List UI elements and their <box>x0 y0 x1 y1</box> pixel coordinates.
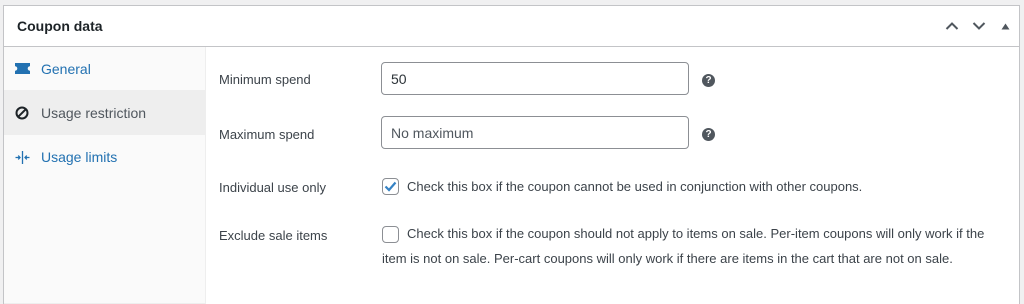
minimum-spend-row: Minimum spend ? <box>206 62 1019 96</box>
individual-use-row: Individual use only Check this box if th… <box>206 172 1019 202</box>
minimum-spend-input[interactable] <box>381 62 689 95</box>
exclude-sale-label: Exclude sale items <box>219 228 328 243</box>
arrows-limit-icon <box>14 149 30 165</box>
panel-body: General Usage restriction Usage limits M… <box>4 47 1019 304</box>
tab-label: Usage limits <box>41 149 118 165</box>
coupon-tabs: General Usage restriction Usage limits <box>4 47 206 304</box>
checkmark-icon <box>384 181 397 192</box>
chevron-up-icon <box>945 22 958 30</box>
usage-restriction-panel: Minimum spend ? Maximum spend ? Individu… <box>206 47 1019 304</box>
help-icon[interactable]: ? <box>702 74 715 87</box>
circle-slash-icon <box>14 105 30 121</box>
maximum-spend-input[interactable] <box>381 116 689 149</box>
exclude-sale-row: Exclude sale items Check this box if the… <box>206 220 1019 300</box>
panel-header: Coupon data <box>4 6 1019 47</box>
individual-use-label: Individual use only <box>219 180 326 195</box>
toggle-panel-button[interactable] <box>992 6 1019 46</box>
header-controls <box>938 6 1019 46</box>
coupon-data-panel: Coupon data General Usage restriction Us… <box>3 5 1020 304</box>
exclude-sale-description: Check this box if the coupon should not … <box>382 226 985 266</box>
caret-up-icon <box>1001 23 1010 29</box>
individual-use-checkbox[interactable] <box>382 178 399 195</box>
maximum-spend-label: Maximum spend <box>219 127 315 142</box>
help-icon[interactable]: ? <box>702 128 715 141</box>
tab-usage-limits[interactable]: Usage limits <box>4 135 205 179</box>
tab-general[interactable]: General <box>4 47 205 91</box>
move-up-button[interactable] <box>938 6 965 46</box>
maximum-spend-row: Maximum spend ? <box>206 115 1019 149</box>
tab-label: Usage restriction <box>41 104 147 121</box>
panel-title: Coupon data <box>17 18 103 34</box>
minimum-spend-label: Minimum spend <box>219 72 311 87</box>
tab-label: General <box>41 60 91 77</box>
ticket-icon <box>14 61 30 77</box>
individual-use-description: Check this box if the coupon cannot be u… <box>407 179 863 194</box>
move-down-button[interactable] <box>965 6 992 46</box>
chevron-down-icon <box>972 22 985 30</box>
tab-usage-restriction[interactable]: Usage restriction <box>4 91 205 135</box>
